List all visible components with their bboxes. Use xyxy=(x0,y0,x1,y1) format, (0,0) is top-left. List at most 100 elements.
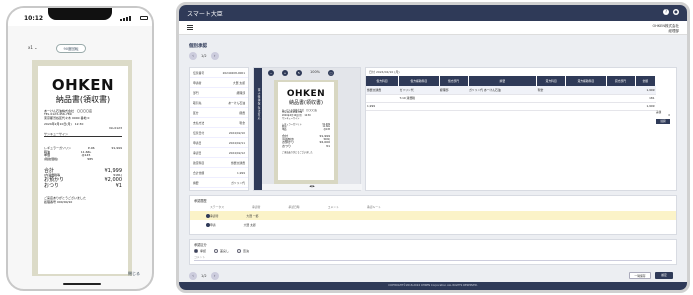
table-cell xyxy=(565,102,607,111)
table-cell: 旅費交通費 xyxy=(366,86,399,95)
receipt-date: 2024年2月10日(月) 12:30 xyxy=(44,122,84,127)
app-header: スマート大臣 ? ● xyxy=(179,5,687,21)
table-cell: 1,999 xyxy=(366,102,399,111)
submit-button[interactable]: 確定 xyxy=(655,272,673,279)
table-row[interactable]: 旅費交通費 ガソリン代 経理部 ガソリン代 あーけん石油 現金 1,999 xyxy=(366,86,656,95)
field-value: 20240208-0001 xyxy=(222,70,245,75)
table-row[interactable]: T-10 消費税 181 xyxy=(366,94,656,103)
table-date-info: 日付 2024/02/10 (月) xyxy=(369,70,400,74)
receipt-viewer: 電子帳簿保存法対応 − + ↻ 100% □ OHKEN 納品書(領収書) あー… xyxy=(253,67,362,191)
field-label: 申請日 xyxy=(193,140,202,145)
viewer-receipt-image: OHKEN 納品書(領収書) あーけん石油株式会社 〇〇〇〇店 TEL 0123… xyxy=(278,82,334,180)
table-cell: 1,999 xyxy=(635,86,656,95)
document-fields: 伝票番号 20240208-0001 申請者 大賢 太郎 部門 経理部 取引先 あーけん… xyxy=(189,67,249,191)
approval-title: 承認区分 xyxy=(194,243,207,247)
rotate-icon[interactable]: ↻ xyxy=(296,70,302,76)
prev-page-button[interactable]: ‹ xyxy=(189,52,197,60)
next-page-button[interactable]: › xyxy=(210,52,219,60)
history-user: 大賢 一郎 xyxy=(246,213,259,218)
radio-label: 承認 xyxy=(200,249,207,253)
close-button[interactable]: 閉じる xyxy=(128,271,140,277)
field-value: 旅費交通費 xyxy=(231,160,245,165)
receipt-image: OHKEN 納品書(領収書) あーけん石油株式会社 〇〇〇〇店 TEL 0123… xyxy=(38,66,128,274)
help-icon[interactable]: ? xyxy=(663,9,669,15)
field-label: 区分 xyxy=(193,110,199,115)
field-value: 2024/02/10 xyxy=(228,130,245,135)
receipt-change-value: ¥1 xyxy=(326,144,330,148)
table-cell xyxy=(565,94,607,103)
laptop-frame: スマート大臣 ? ● OHKEN株式会社 経理部 個別承認 ‹ 1/2 › 伝票… xyxy=(176,2,690,293)
field-value: 2024/02/11 xyxy=(228,140,245,145)
table-cell xyxy=(606,102,635,111)
field-label: 支払方法 xyxy=(193,120,205,125)
field-value: 経費 xyxy=(239,110,245,115)
user-icon[interactable]: ● xyxy=(673,9,679,15)
receipt-change-label: おつり xyxy=(44,183,60,190)
menu-icon[interactable] xyxy=(187,25,193,30)
sub-header: OHKEN株式会社 経理部 xyxy=(179,21,687,35)
table-cell: ガソリン代 あーけん石油 xyxy=(468,86,537,95)
phone-frame: 10:12 x1 ⌄ 90度回転 OHKEN 納品書(領収書) あーけん石油株式… xyxy=(6,6,154,291)
app-title: スマート大臣 xyxy=(187,11,223,18)
signal-icon xyxy=(120,16,138,21)
table-cell: ガソリン代 xyxy=(398,86,440,95)
fit-icon[interactable]: □ xyxy=(328,70,335,76)
page-title: 個別承認 xyxy=(189,44,207,49)
history-title: 承認履歴 xyxy=(194,199,207,203)
field-label: 申請者 xyxy=(193,80,202,85)
viewer-scrollbar[interactable]: ◀ ▶ xyxy=(262,184,362,190)
table-cell: 1,999 xyxy=(635,102,656,111)
zoom-in-icon[interactable]: + xyxy=(282,70,288,76)
journal-table: 借方科目 借方補助科目 借方部門 摘要 貸方科目 貸方補助科目 貸方部門 金額 … xyxy=(366,76,656,111)
radio-icon xyxy=(214,249,219,253)
field-label: 摘要 xyxy=(193,180,199,185)
prev-record-button[interactable]: ‹ xyxy=(189,272,197,280)
column-header: 貸方科目 xyxy=(536,76,567,86)
receipt-footer-line: 処理番号 000/00/10 xyxy=(44,199,73,204)
field-label: 取引先 xyxy=(193,100,202,105)
field-label: 伝票日付 xyxy=(193,130,205,135)
phone-status-bar: 10:12 xyxy=(8,8,152,26)
receipt-shop-line: 東京都渋谷区代々木 0000 番地 0 xyxy=(44,115,90,120)
bottom-action-bar: ‹ 1/2 › 一時保存 確定 xyxy=(189,271,677,281)
radio-return[interactable]: 差戻し xyxy=(214,249,229,253)
viewer-zoom: 100% xyxy=(310,70,321,74)
rotate-button[interactable]: 90度回転 xyxy=(56,44,86,53)
expand-button[interactable]: 展開 xyxy=(656,119,670,124)
history-row[interactable]: 申請 大賢 太郎 xyxy=(190,220,676,229)
receipt-change-label: おつり xyxy=(282,144,292,148)
receipt-logo: OHKEN xyxy=(286,89,326,99)
receipt-title: 納品書(領収書) xyxy=(55,95,111,104)
save-draft-button[interactable]: 一時保存 xyxy=(629,272,651,279)
page-number: 1/2 xyxy=(201,54,207,58)
table-cell xyxy=(366,94,399,103)
receipt-item-qty: @145 xyxy=(323,128,330,131)
phone-clock: 10:12 xyxy=(24,15,44,22)
table-cell xyxy=(536,94,566,103)
column-header: 貸方補助科目 xyxy=(565,76,607,86)
footer-copyright: COPYRIGHT©2018-2024 OHKEN Corporation AL… xyxy=(179,282,687,290)
receipt-change-value: ¥1 xyxy=(115,183,122,190)
table-cell xyxy=(439,94,468,103)
radio-label: 差戻し xyxy=(220,249,230,253)
status-dot-icon xyxy=(206,222,210,227)
viewer-side-strip: 電子帳簿保存法対応 xyxy=(254,68,262,190)
history-row[interactable]: 承認待 大賢 一郎 xyxy=(190,211,676,220)
table-total-row: 1,999 1,999 xyxy=(366,102,656,111)
radio-approve[interactable]: 承認 xyxy=(194,249,206,253)
radio-reject[interactable]: 否決 xyxy=(237,249,249,253)
column-header: 借方科目 xyxy=(366,76,400,86)
next-record-button[interactable]: › xyxy=(210,272,219,280)
radio-checked-icon xyxy=(194,249,198,253)
field-value: 現金 xyxy=(239,120,245,125)
receipt-vehicle: サンキューサイン xyxy=(282,116,300,120)
difference-value: 0 xyxy=(668,114,670,117)
comment-input[interactable]: コメント xyxy=(194,255,672,261)
table-cell xyxy=(468,94,537,103)
viewer-strip-label: 電子帳簿保存法対応 xyxy=(257,88,260,121)
table-cell xyxy=(439,102,468,111)
table-cell xyxy=(606,86,635,95)
page-select[interactable]: x1 ⌄ xyxy=(28,45,38,50)
zoom-out-icon[interactable]: − xyxy=(268,70,274,76)
company-info[interactable]: OHKEN株式会社 経理部 xyxy=(652,24,679,34)
